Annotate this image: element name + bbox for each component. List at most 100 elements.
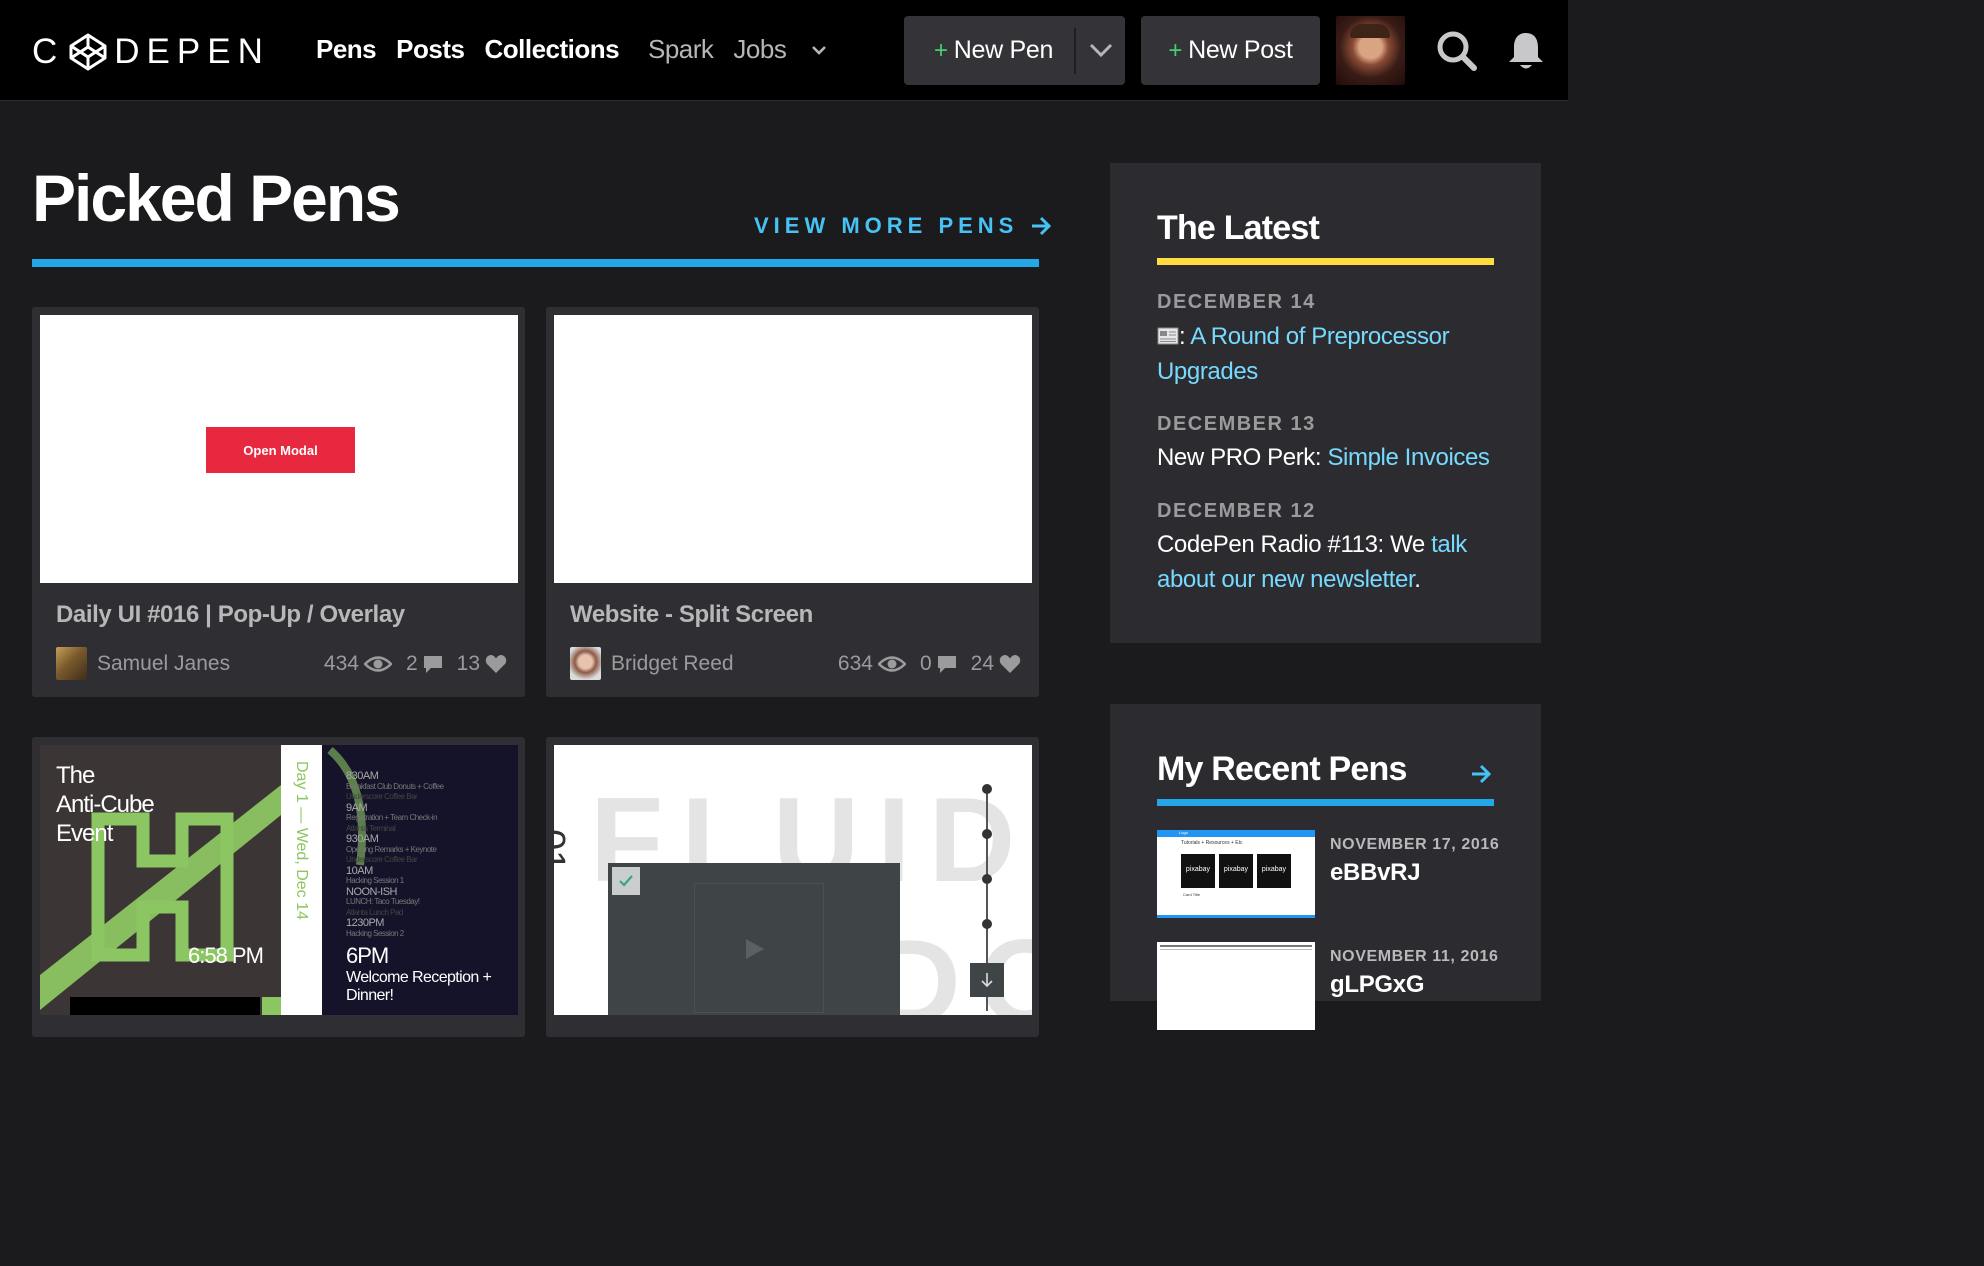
pen-card[interactable]: The Anti-Cube Event 6:58 PM Day 1 — Wed,… [32, 737, 525, 1037]
likes-count: 13 [456, 652, 480, 675]
recent-pen-date: NOVEMBER 17, 2016 [1330, 836, 1500, 853]
likes-stat[interactable]: 13 [457, 652, 507, 676]
pen-card[interactable]: Open Modal Daily UI #016 | Pop-Up / Over… [32, 307, 525, 697]
pen-title[interactable]: Daily UI #016 | Pop-Up / Overlay [56, 601, 405, 629]
nav-jobs[interactable]: Jobs [733, 34, 786, 65]
schedule-desc: Registration + Team Check-in [346, 813, 438, 822]
recent-pen-thumbnail[interactable] [1157, 942, 1315, 1030]
arrow-right-icon[interactable] [1470, 764, 1492, 784]
comments-stat[interactable]: 0 [920, 652, 957, 676]
news-prefix: CodePen Radio #113: We [1157, 531, 1432, 558]
pen-title[interactable]: Website - Split Screen [570, 601, 813, 629]
event-schedule: 830AM Breakfast Club Donuts + Coffee Und… [346, 771, 514, 939]
news-item: : A Round of Preprocessor Upgrades [1157, 319, 1507, 389]
thumb-card: pixabay [1257, 854, 1291, 888]
pen-card[interactable]: Website - Split Screen Bridget Reed 634 … [546, 307, 1039, 697]
recent-pens-title[interactable]: My Recent Pens [1157, 750, 1407, 789]
schedule-time: 10AM [346, 864, 373, 877]
plus-icon: + [1168, 36, 1183, 64]
top-navigation-bar: C DEPEN Pens Posts Collections Spark Job… [0, 0, 1568, 101]
recent-pen-name[interactable]: eBBvRJ [1330, 859, 1421, 887]
chevron-down-icon[interactable] [1088, 40, 1114, 60]
nav-posts[interactable]: Posts [396, 34, 465, 65]
open-modal-button[interactable]: Open Modal [206, 427, 355, 473]
schedule-desc: Underscore Coffee Bar [346, 855, 418, 864]
latest-news-panel: The Latest DECEMBER 14 : A Round of Prep… [1110, 163, 1541, 643]
user-avatar[interactable] [1336, 16, 1405, 85]
schedule-desc: Underscore Coffee Bar [346, 792, 418, 801]
pen-preview[interactable]: Open Modal [40, 315, 518, 583]
news-prefix: New PRO Perk: [1157, 444, 1328, 471]
button-divider [1074, 28, 1076, 74]
new-pen-button[interactable]: + New Pen [904, 16, 1125, 85]
nav-spark[interactable]: Spark [648, 34, 714, 65]
heart-icon [485, 655, 507, 673]
scroll-down-button[interactable] [970, 963, 1004, 997]
news-item: New PRO Perk: Simple Invoices [1157, 440, 1507, 475]
primary-nav: Pens Posts Collections [316, 34, 620, 65]
schedule-desc: Hacking Session 2 [346, 928, 404, 938]
recent-pen-thumbnail[interactable]: Logo Tutorials + Resources + Etc pixabay… [1157, 830, 1315, 918]
recent-pen-date: NOVEMBER 11, 2016 [1330, 948, 1499, 965]
event-title: The Anti-Cube Event [56, 761, 155, 848]
views-count: 634 [837, 652, 873, 675]
new-post-label: New Post [1188, 36, 1293, 64]
news-prefix: : [1179, 323, 1191, 350]
chevron-down-icon[interactable] [810, 44, 828, 56]
thumb-logo: Logo [1179, 830, 1188, 835]
schedule-time: 930AM [346, 833, 379, 845]
arrow-right-icon [1032, 216, 1052, 236]
checkbox[interactable] [612, 867, 640, 895]
comments-count: 0 [919, 652, 932, 675]
event-title-line: The [56, 762, 95, 789]
codepen-logo[interactable]: C DEPEN [32, 30, 270, 74]
likes-count: 24 [970, 652, 994, 675]
heart-icon [999, 655, 1021, 673]
nav-pens[interactable]: Pens [316, 34, 377, 65]
event-highlight-line: Dinner! [346, 987, 394, 1004]
event-highlight-time: 6PM [346, 943, 389, 968]
recent-pens-panel: My Recent Pens Logo Tutorials + Resource… [1110, 704, 1541, 1030]
comments-stat[interactable]: 2 [406, 652, 443, 676]
page-title: Picked Pens [32, 161, 401, 235]
pen-preview[interactable]: The Anti-Cube Event 6:58 PM Day 1 — Wed,… [40, 745, 518, 1015]
section-number: 01 [554, 829, 572, 872]
logo-text-right: DEPEN [114, 32, 270, 71]
nav-collections[interactable]: Collections [484, 34, 619, 65]
views-stat: 434 [324, 652, 392, 676]
view-more-label: VIEW MORE PENS [754, 213, 1019, 238]
video-player[interactable] [608, 863, 900, 1015]
comment-icon [423, 656, 442, 673]
schedule-desc: LUNCH: Taco Tuesday! [346, 897, 420, 906]
thumb-card-label: pixabay [1185, 866, 1211, 873]
latest-title: The Latest [1157, 209, 1320, 247]
pen-preview[interactable] [554, 315, 1032, 583]
schedule-time: 830AM [346, 770, 379, 782]
recent-pen-name[interactable]: gLPGxG [1330, 971, 1425, 999]
play-icon[interactable] [744, 937, 766, 961]
news-item: CodePen Radio #113: We talk about our ne… [1157, 527, 1507, 597]
thumb-text-line [1160, 949, 1312, 950]
pen-card[interactable]: FLUID DON 01 [546, 737, 1039, 1037]
author-avatar [56, 647, 87, 680]
recent-pens-underline [1157, 799, 1494, 806]
bell-icon[interactable] [1506, 30, 1546, 72]
pen-preview[interactable]: FLUID DON 01 [554, 745, 1032, 1015]
search-icon[interactable] [1436, 30, 1478, 72]
news-link[interactable]: Simple Invoices [1327, 444, 1489, 471]
pen-author[interactable]: Bridget Reed [570, 647, 734, 680]
comments-count: 2 [405, 652, 418, 675]
event-highlight-line: Welcome Reception + [346, 969, 492, 986]
author-name: Bridget Reed [611, 651, 734, 675]
view-more-pens-link[interactable]: VIEW MORE PENS [754, 213, 1052, 239]
likes-stat[interactable]: 24 [971, 652, 1021, 676]
plus-icon: + [934, 36, 948, 64]
event-highlight-desc: Welcome Reception + Dinner! [346, 969, 492, 1005]
new-pen-label: New Pen [953, 36, 1054, 64]
newspaper-icon [1157, 327, 1179, 345]
news-link[interactable]: A Round of Preprocessor Upgrades [1157, 323, 1450, 385]
new-post-button[interactable]: + New Post [1141, 16, 1320, 85]
eye-icon [877, 656, 906, 672]
title-underline [32, 259, 1039, 267]
pen-author[interactable]: Samuel Janes [56, 647, 230, 680]
